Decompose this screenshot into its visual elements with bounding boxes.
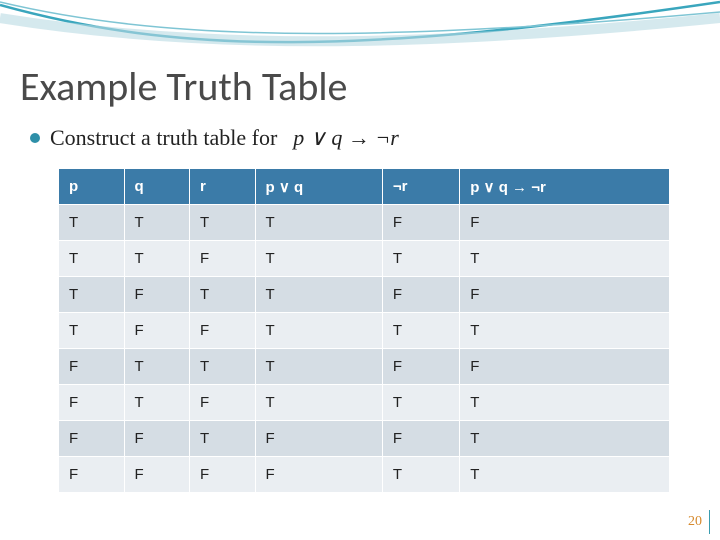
cell: T	[190, 205, 256, 241]
cell: F	[460, 277, 670, 313]
cell: F	[460, 349, 670, 385]
page-number: 20	[688, 514, 702, 530]
cell: T	[382, 241, 459, 277]
table-header: p q r p ∨ q ¬r p ∨ q → ¬r	[59, 169, 670, 205]
slide-title: Example Truth Table	[20, 62, 347, 111]
cell: F	[190, 385, 256, 421]
table-row: T T F T T T	[59, 241, 670, 277]
cell: T	[59, 241, 125, 277]
bullet-item: Construct a truth table for p ∨ q → ¬r	[30, 125, 399, 151]
cell: T	[382, 313, 459, 349]
footer-divider	[709, 510, 710, 534]
cell: T	[460, 457, 670, 493]
cell: F	[190, 241, 256, 277]
cell: F	[255, 457, 382, 493]
cell: T	[255, 277, 382, 313]
cell: F	[59, 349, 125, 385]
cell: T	[190, 277, 256, 313]
cell: T	[59, 313, 125, 349]
cell: T	[460, 313, 670, 349]
cell: F	[382, 421, 459, 457]
table-row: F F F F T T	[59, 457, 670, 493]
col-header: p ∨ q	[255, 169, 382, 205]
cell: F	[59, 385, 125, 421]
table-body: T T T T F F T T F T T T T F T T F F	[59, 205, 670, 493]
cell: T	[460, 241, 670, 277]
col-header: p ∨ q → ¬r	[460, 169, 670, 205]
col-header: q	[124, 169, 190, 205]
cell: F	[255, 421, 382, 457]
cell: T	[255, 313, 382, 349]
cell: T	[124, 205, 190, 241]
cell: T	[255, 385, 382, 421]
table-row: T F T T F F	[59, 277, 670, 313]
cell: F	[382, 277, 459, 313]
col-header: p	[59, 169, 125, 205]
cell: T	[190, 421, 256, 457]
cell: F	[190, 457, 256, 493]
bullet-text: Construct a truth table for	[50, 125, 277, 151]
cell: T	[255, 349, 382, 385]
col-header: ¬r	[382, 169, 459, 205]
cell: F	[124, 457, 190, 493]
table-row: F F T F F T	[59, 421, 670, 457]
cell: F	[382, 205, 459, 241]
cell: T	[124, 241, 190, 277]
decorative-swoosh	[0, 0, 720, 70]
table-row: F T T T F F	[59, 349, 670, 385]
col-header: r	[190, 169, 256, 205]
cell: T	[124, 349, 190, 385]
cell: T	[460, 385, 670, 421]
cell: T	[255, 241, 382, 277]
cell: F	[124, 277, 190, 313]
cell: F	[124, 421, 190, 457]
cell: F	[460, 205, 670, 241]
cell: T	[124, 385, 190, 421]
bullet-formula: p ∨ q → ¬r	[293, 125, 399, 151]
cell: F	[59, 421, 125, 457]
cell: T	[382, 385, 459, 421]
cell: T	[255, 205, 382, 241]
cell: F	[59, 457, 125, 493]
slide: Example Truth Table Construct a truth ta…	[0, 0, 720, 540]
cell: T	[59, 205, 125, 241]
cell: T	[190, 349, 256, 385]
cell: T	[460, 421, 670, 457]
table-row: T F F T T T	[59, 313, 670, 349]
cell: T	[59, 277, 125, 313]
cell: T	[382, 457, 459, 493]
table-row: T T T T F F	[59, 205, 670, 241]
cell: F	[190, 313, 256, 349]
truth-table: p q r p ∨ q ¬r p ∨ q → ¬r T T T T F F T …	[58, 168, 670, 493]
bullet-dot-icon	[30, 133, 40, 143]
cell: F	[382, 349, 459, 385]
cell: F	[124, 313, 190, 349]
table-row: F T F T T T	[59, 385, 670, 421]
